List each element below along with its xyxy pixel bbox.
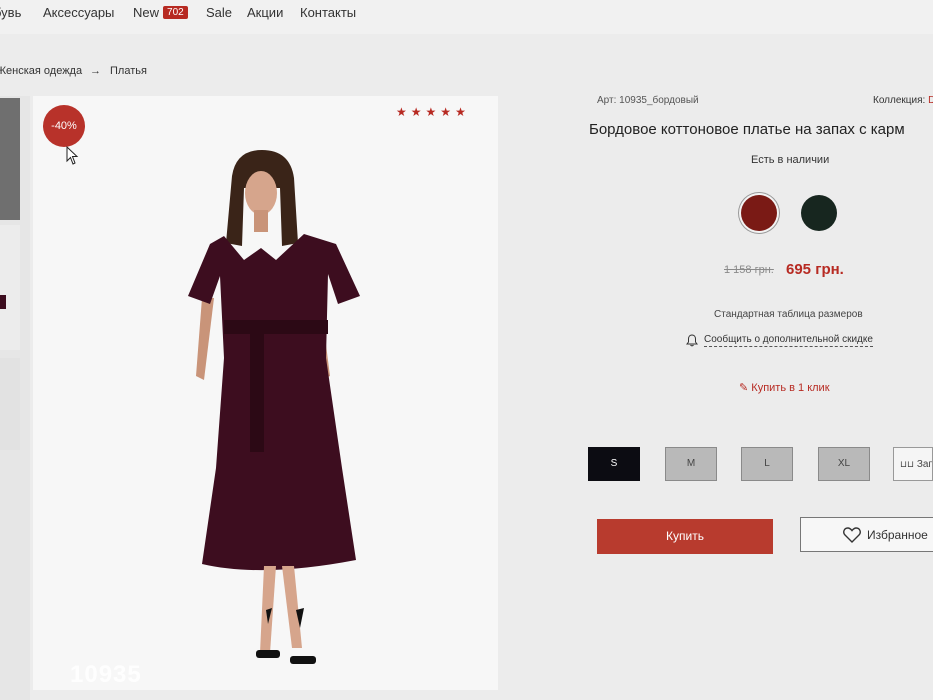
discount-notify-link[interactable]: Сообщить о дополнительной скидке: [686, 334, 873, 347]
size-table-button-label: Зап: [916, 459, 933, 470]
size-option-xl[interactable]: XL: [818, 447, 870, 481]
mouse-cursor-icon: [66, 146, 79, 165]
nav-new-label: New: [133, 5, 160, 20]
nav-contacts[interactable]: Контакты: [300, 5, 356, 20]
breadcrumb-womens-clothing[interactable]: Женская одежда: [0, 65, 82, 77]
color-swatch-dark-green[interactable]: [801, 195, 837, 231]
current-price: 695 грн.: [786, 261, 844, 278]
new-count-badge: 702: [163, 6, 188, 19]
size-option-l[interactable]: L: [741, 447, 793, 481]
nav-shoes[interactable]: бувь: [0, 5, 21, 20]
favorite-button[interactable]: Избранное: [800, 517, 933, 552]
ruler-icon: ⊔⊔: [900, 459, 915, 469]
old-price: 1 158 грн.: [724, 264, 774, 276]
buy-one-click-label: Купить в 1 клик: [751, 382, 830, 394]
stock-status: Есть в наличии: [751, 154, 830, 166]
size-table-link[interactable]: Стандартная таблица размеров: [714, 309, 863, 320]
star-icon: ★: [425, 105, 437, 119]
size-option-s[interactable]: S: [588, 447, 640, 481]
nav-sale[interactable]: Sale: [206, 5, 232, 20]
article-number: Арт: 10935_бордовый: [597, 95, 699, 106]
product-title: Бордовое коттоновое платье на запах с ка…: [589, 121, 905, 138]
thumbnail-image[interactable]: [0, 358, 20, 450]
thumbnail-image[interactable]: [0, 98, 20, 220]
heart-icon: [843, 526, 861, 543]
collection-info: Коллекция: D: [873, 95, 933, 106]
collection-link[interactable]: D: [928, 95, 933, 106]
star-icon: ★: [396, 105, 407, 119]
pencil-icon: ✎: [739, 382, 749, 394]
size-option-m[interactable]: M: [665, 447, 717, 481]
breadcrumb-separator: →: [90, 65, 101, 77]
color-swatch-burgundy[interactable]: [741, 195, 777, 231]
sku-watermark: 10935: [70, 661, 142, 688]
nav-promotions[interactable]: Акции: [247, 5, 283, 20]
thumbnail-dress-fragment: [0, 295, 6, 309]
collection-label: Коллекция:: [873, 95, 926, 106]
top-navigation: бувь Аксессуары New702 Sale Акции Контак…: [0, 0, 933, 34]
buy-one-click-link[interactable]: ✎ Купить в 1 клик: [739, 381, 830, 394]
favorite-label: Избранное: [867, 527, 928, 542]
discount-badge: -40%: [43, 105, 85, 147]
discount-notify-label: Сообщить о дополнительной скидке: [704, 334, 873, 347]
star-icon: ★: [410, 105, 422, 119]
dress-shape: [188, 234, 360, 571]
buy-button[interactable]: Купить: [597, 519, 773, 554]
rating-stars: ★ ★ ★ ★ ★: [396, 106, 466, 118]
star-icon: ★: [440, 105, 452, 119]
nav-accessories[interactable]: Аксессуары: [43, 5, 114, 20]
bell-icon: [686, 334, 698, 347]
thumbnail-image[interactable]: [0, 225, 20, 350]
star-icon: ★: [455, 105, 466, 119]
breadcrumb-dresses[interactable]: Платья: [110, 65, 147, 77]
product-photo-model: [188, 150, 360, 664]
nav-new[interactable]: New 702: [133, 5, 188, 20]
size-table-button[interactable]: ⊔⊔ Зап: [893, 447, 933, 481]
